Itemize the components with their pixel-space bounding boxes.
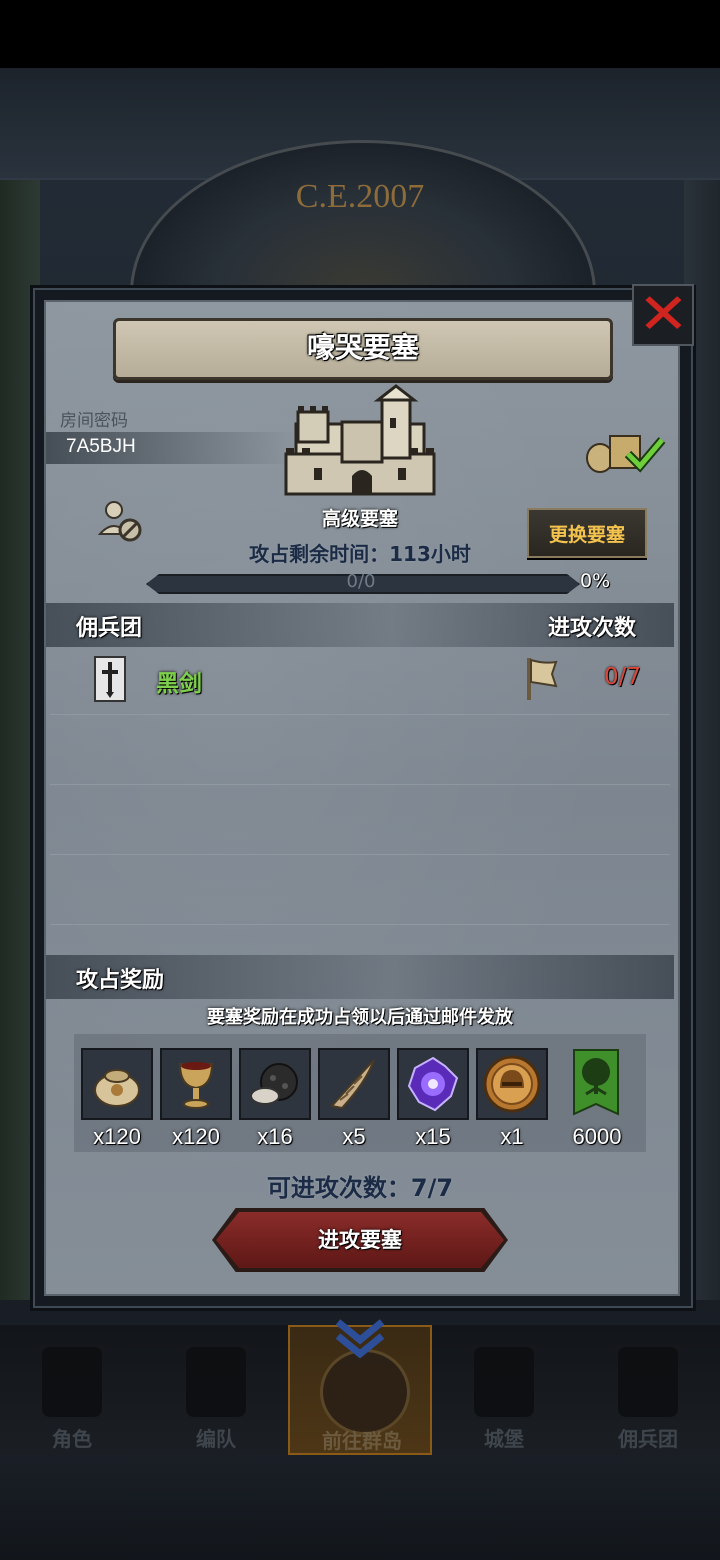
close-button[interactable]: ✕: [632, 284, 694, 346]
nav-label: 编队: [196, 1427, 236, 1451]
dialog-title: 嚎哭要塞: [306, 331, 419, 364]
reward-qty: x16: [257, 1124, 293, 1149]
reward-item[interactable]: [566, 1048, 638, 1124]
islands-icon: [320, 1349, 410, 1435]
close-icon: ✕: [637, 282, 689, 347]
reward-qty: x15: [415, 1124, 451, 1149]
sword-banner-icon: [94, 656, 126, 702]
nav-label: 佣兵团: [618, 1427, 678, 1451]
progress-text: 0/0: [346, 571, 376, 592]
reward-item[interactable]: [318, 1048, 390, 1120]
chevron-down-icon: [335, 1319, 385, 1358]
nav-item-castle[interactable]: 城堡: [432, 1325, 576, 1455]
footer-strip: [0, 1455, 720, 1560]
reward-qty: x1: [500, 1124, 524, 1149]
reward-item[interactable]: [81, 1048, 153, 1120]
reward-item[interactable]: [239, 1048, 311, 1120]
attack-fortress-label[interactable]: 进攻要塞: [216, 1212, 504, 1268]
attack-count-header: 进攻次数: [548, 616, 637, 641]
mercenary-icon: [618, 1347, 678, 1417]
coin-sack-icon: [94, 1069, 140, 1107]
guild-name[interactable]: 黑剑: [156, 664, 202, 698]
room-code-label: 房间密码: [60, 411, 128, 431]
status-bar: [0, 0, 720, 68]
year-text: C.E.2007: [295, 178, 425, 215]
reward-qty: x120: [172, 1124, 220, 1149]
nav-item-character[interactable]: 角色: [0, 1325, 144, 1455]
time-left-value: 113小时: [389, 542, 471, 566]
ore-icon: [250, 1063, 298, 1105]
fortress-type: 高级要塞: [321, 508, 398, 530]
rewards-header: 攻占奖励: [76, 968, 165, 993]
reward-tile: [239, 1048, 311, 1120]
nav-item-formation[interactable]: 编队: [144, 1325, 288, 1455]
goblet-icon: [178, 1062, 214, 1109]
helmet-medal-icon: [483, 1055, 541, 1113]
tree-banner-icon: [573, 1049, 619, 1116]
castle-icon: [474, 1347, 534, 1417]
rewards-note: 要塞奖励在成功占领以后通过邮件发放: [207, 1007, 513, 1028]
row-divider: [50, 924, 670, 925]
nav-label: 城堡: [484, 1427, 524, 1451]
reward-qty: x120: [93, 1124, 141, 1149]
rewards-collected-icon[interactable]: [584, 426, 668, 476]
nav-item-mercenary[interactable]: 佣兵团: [576, 1325, 720, 1455]
reward-qty: 6000: [572, 1124, 622, 1149]
reward-qty: x5: [342, 1124, 366, 1149]
reward-item[interactable]: [476, 1048, 548, 1120]
row-divider: [50, 784, 670, 785]
character-icon: [42, 1347, 102, 1417]
time-left: 攻占剩余时间：113小时: [180, 538, 540, 567]
room-code[interactable]: 7A5BJH: [66, 436, 136, 458]
no-users-icon[interactable]: [96, 496, 146, 546]
reward-item[interactable]: [397, 1048, 469, 1120]
nav-label: 角色: [52, 1427, 92, 1451]
progress-percent: 0%: [580, 570, 611, 592]
reward-tile: [160, 1048, 232, 1120]
mercenary-header: 佣兵团: [76, 616, 143, 641]
horn-icon: [330, 1059, 375, 1110]
reward-tile: [476, 1048, 548, 1120]
row-divider: [50, 854, 670, 855]
reward-tile: [318, 1048, 390, 1120]
flag-icon: [527, 658, 558, 700]
guild-attack-count: 0/7: [604, 664, 642, 690]
time-left-label: 攻占剩余时间：: [249, 542, 390, 566]
castle-icon: [284, 384, 436, 496]
change-fortress-button[interactable]: 更换要塞: [527, 508, 647, 558]
reward-tile: [397, 1048, 469, 1120]
reward-tile: [81, 1048, 153, 1120]
remaining-attacks: 可进攻次数：7/7: [266, 1174, 454, 1202]
formation-icon: [186, 1347, 246, 1417]
purple-crystal-icon: [407, 1056, 459, 1112]
nav-label: 前往群岛: [322, 1429, 402, 1453]
row-divider: [50, 714, 670, 715]
reward-item[interactable]: [160, 1048, 232, 1120]
